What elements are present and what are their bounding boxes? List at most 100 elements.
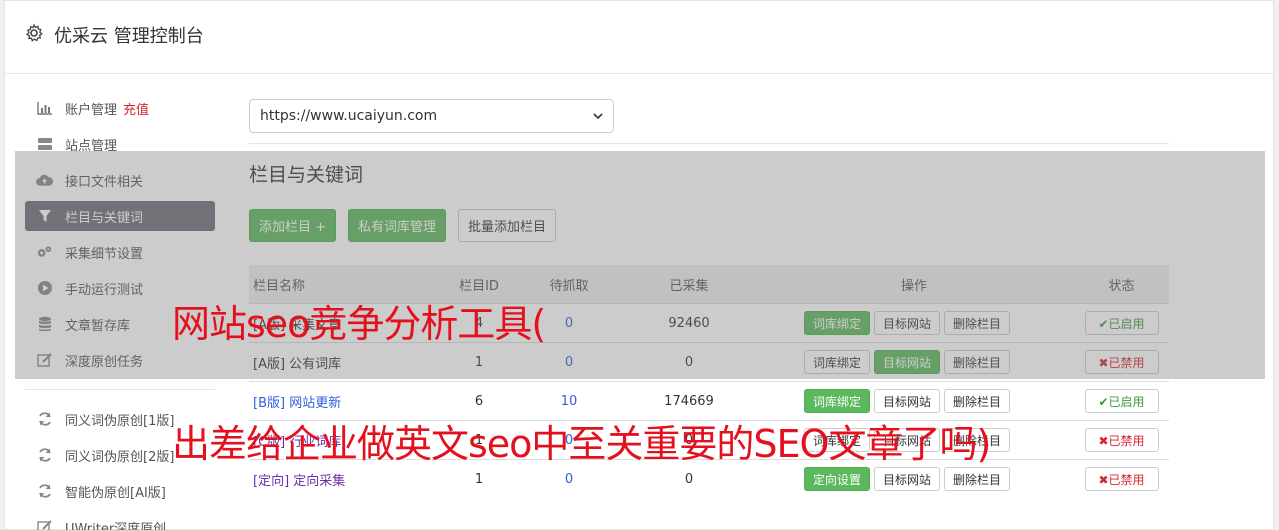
sidebar-item-label: 账户管理 <box>65 102 118 118</box>
sidebar-item-label: 站点管理 <box>65 138 118 154</box>
row-done: 0 <box>684 354 694 370</box>
row-status: ✖已禁用 <box>1084 343 1159 381</box>
edit-icon <box>36 352 53 369</box>
sidebar-item-label: 深度原创任务 <box>65 354 144 370</box>
lexicon-bind-button[interactable]: 词库绑定 <box>804 428 871 452</box>
row-id: 1 <box>474 354 484 370</box>
delete-column-button[interactable]: 删除栏目 <box>944 389 1011 413</box>
sidebar: 账户管理 充值 站点管理 接口文件相关 栏目与关键词 采集细节设置 手动运行测试… <box>25 93 215 530</box>
gears-icon <box>36 244 53 261</box>
sidebar-item-label: 文章暂存库 <box>65 318 131 334</box>
sidebar-item-article-store[interactable]: 文章暂存库 <box>25 309 215 339</box>
delete-column-button[interactable]: 删除栏目 <box>944 467 1011 491</box>
sidebar-item-collect-settings[interactable]: 采集细节设置 <box>25 237 215 267</box>
row-pending[interactable]: 0 <box>539 343 599 381</box>
sidebar-item-label: 手动运行测试 <box>65 282 144 298</box>
lexicon-bind-button[interactable]: 词库绑定 <box>804 350 871 374</box>
row-status: ✖已禁用 <box>1084 421 1159 459</box>
play-circle-icon <box>36 280 53 297</box>
delete-column-button[interactable]: 删除栏目 <box>944 311 1011 335</box>
lexicon-bind-button[interactable]: 词库绑定 <box>804 389 871 413</box>
row-ops: 词库绑定 目标网站 删除栏目 <box>804 421 1024 459</box>
row-ops: 词库绑定 目标网站 删除栏目 <box>804 304 1024 342</box>
table-row: [B版] 网站更新 6 10 174669 词库绑定 目标网站 删除栏目 ✔已启… <box>249 381 1169 420</box>
status-toggle[interactable]: ✔已启用 <box>1084 389 1159 413</box>
sidebar-item-label: UWriter深度原创 <box>65 521 167 530</box>
database-icon <box>36 316 53 333</box>
gear-icon <box>26 23 43 42</box>
sidebar-item-synonym-2[interactable]: 同义词伪原创[2版] <box>25 440 215 470</box>
col-header-name: 栏目名称 <box>253 278 306 294</box>
row-status: ✔已启用 <box>1084 304 1159 342</box>
row-name: [A版] 采集文章 <box>253 317 342 333</box>
add-column-button[interactable]: 添加栏目 + <box>249 209 337 242</box>
row-done: 0 <box>684 432 694 448</box>
status-toggle[interactable]: ✖已禁用 <box>1084 428 1159 452</box>
target-site-button[interactable]: 目标网站 <box>874 467 941 491</box>
section-title: 栏目与关键词 <box>249 164 364 186</box>
columns-table: 栏目名称 栏目ID 待抓取 已采集 操作 状态 [A版] 采集文章 4 0 92… <box>249 265 1169 498</box>
col-header-pending: 待抓取 <box>549 278 589 294</box>
row-id: 1 <box>474 432 484 448</box>
refresh-icon <box>36 483 53 500</box>
status-toggle[interactable]: ✖已禁用 <box>1084 467 1159 491</box>
row-name[interactable]: [C版] 行业词库 <box>253 421 453 459</box>
targeted-settings-button[interactable]: 定向设置 <box>804 467 871 491</box>
row-pending[interactable]: 10 <box>539 382 599 420</box>
header: 优采云 管理控制台 <box>5 1 1273 74</box>
col-header-id: 栏目ID <box>459 278 499 294</box>
console-window: 优采云 管理控制台 账户管理 充值 站点管理 接口文件相关 栏目与关键词 采集细… <box>4 0 1274 530</box>
target-site-button[interactable]: 目标网站 <box>874 350 941 374</box>
filter-icon <box>36 208 53 225</box>
delete-column-button[interactable]: 删除栏目 <box>944 428 1011 452</box>
sidebar-item-manual-run[interactable]: 手动运行测试 <box>25 273 215 303</box>
sidebar-item-account[interactable]: 账户管理 充值 <box>25 93 215 123</box>
row-ops: 词库绑定 目标网站 删除栏目 <box>804 343 1024 381</box>
row-done: 174669 <box>664 393 714 409</box>
row-name[interactable]: [定向] 定向采集 <box>253 460 453 498</box>
row-done: 0 <box>684 471 694 487</box>
row-pending[interactable]: 0 <box>539 421 599 459</box>
sidebar-item-synonym-1[interactable]: 同义词伪原创[1版] <box>25 404 215 434</box>
table-row: [A版] 公有词库 1 0 0 词库绑定 目标网站 删除栏目 ✖已禁用 <box>249 342 1169 381</box>
status-toggle[interactable]: ✔已启用 <box>1084 311 1159 335</box>
page-title: 优采云 管理控制台 <box>54 26 204 47</box>
table-row: [定向] 定向采集 1 0 0 定向设置 目标网站 删除栏目 ✖已禁用 <box>249 459 1169 498</box>
row-name[interactable]: [B版] 网站更新 <box>253 382 453 420</box>
site-select-value: https://www.ucaiyun.com <box>260 108 438 124</box>
row-id: 1 <box>474 471 484 487</box>
toolbar: 添加栏目 + 私有词库管理 批量添加栏目 <box>249 209 557 242</box>
sidebar-item-ai-original[interactable]: 智能伪原创[AI版] <box>25 476 215 506</box>
row-name: [A版] 公有词库 <box>253 356 342 372</box>
status-toggle[interactable]: ✖已禁用 <box>1084 350 1159 374</box>
sidebar-item-label: 采集细节设置 <box>65 246 144 262</box>
delete-column-button[interactable]: 删除栏目 <box>944 350 1011 374</box>
refresh-icon <box>36 411 53 428</box>
refresh-icon <box>36 447 53 464</box>
col-header-status: 状态 <box>1108 278 1135 294</box>
row-id: 6 <box>474 393 484 409</box>
row-pending[interactable]: 0 <box>539 304 599 342</box>
sidebar-item-columns[interactable]: 栏目与关键词 <box>25 201 215 231</box>
site-select[interactable]: https://www.ucaiyun.com <box>249 99 614 133</box>
row-ops: 词库绑定 目标网站 删除栏目 <box>804 382 1024 420</box>
sidebar-item-sites[interactable]: 站点管理 <box>25 129 215 159</box>
private-lexicon-button[interactable]: 私有词库管理 <box>348 209 447 242</box>
target-site-button[interactable]: 目标网站 <box>874 428 941 452</box>
sidebar-divider <box>25 389 215 390</box>
sidebar-item-interface[interactable]: 接口文件相关 <box>25 165 215 195</box>
sidebar-item-uwriter[interactable]: UWriter深度原创 <box>25 512 215 530</box>
lexicon-bind-button[interactable]: 词库绑定 <box>804 311 871 335</box>
table-header: 栏目名称 栏目ID 待抓取 已采集 操作 状态 <box>249 265 1169 303</box>
col-header-ops: 操作 <box>900 278 927 294</box>
recharge-link[interactable]: 充值 <box>123 99 149 118</box>
target-site-button[interactable]: 目标网站 <box>874 389 941 413</box>
row-ops: 定向设置 目标网站 删除栏目 <box>804 460 1024 498</box>
row-pending[interactable]: 0 <box>539 460 599 498</box>
batch-add-button[interactable]: 批量添加栏目 <box>458 209 557 242</box>
target-site-button[interactable]: 目标网站 <box>874 311 941 335</box>
cloud-upload-icon <box>36 172 53 189</box>
col-header-done: 已采集 <box>669 278 709 294</box>
sidebar-item-deep-original[interactable]: 深度原创任务 <box>25 345 215 375</box>
row-status: ✖已禁用 <box>1084 460 1159 498</box>
